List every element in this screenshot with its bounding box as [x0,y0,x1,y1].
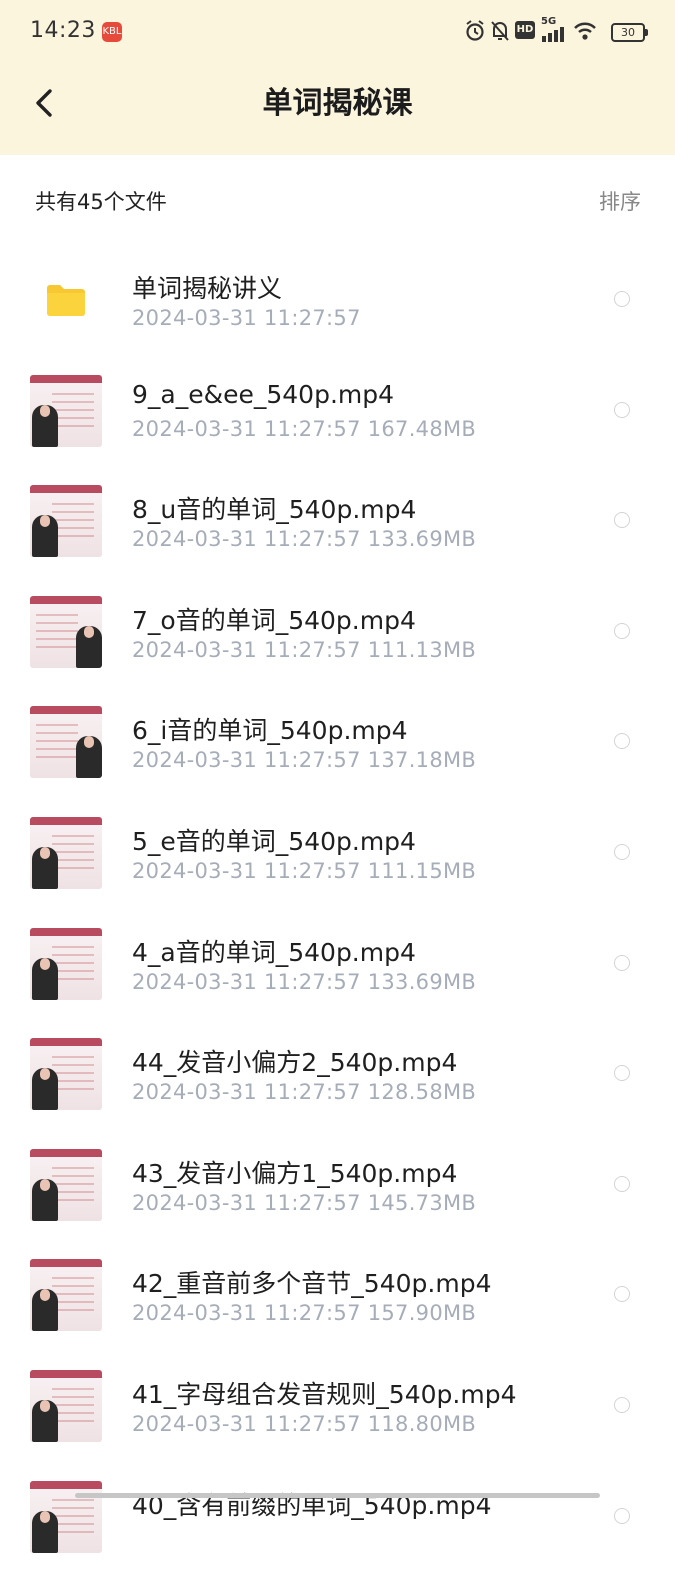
file-meta: 2024-03-31 11:27:57 145.73MB [132,1190,477,1215]
file-name: 42_重音前多个音节_540p.mp4 [132,1269,492,1299]
file-name: 43_发音小偏方1_540p.mp4 [132,1158,458,1188]
list-item-video[interactable]: 4_a音的单词_540p.mp4 2024-03-31 11:27:57 133… [0,908,675,1019]
select-radio[interactable] [614,622,630,639]
list-item-video[interactable]: 42_重音前多个音节_540p.mp4 2024-03-31 11:27:57 … [0,1239,675,1350]
app-notification-icon: KBL [102,22,122,42]
video-thumbnail [30,595,102,668]
file-name: 41_字母组合发音规则_540p.mp4 [132,1379,517,1409]
select-radio[interactable] [614,1507,630,1524]
file-meta: 2024-03-31 11:27:57 157.90MB [132,1301,477,1326]
select-radio[interactable] [614,512,630,529]
select-radio[interactable] [614,954,630,971]
list-item-video[interactable]: 9_a_e&ee_540p.mp4 2024-03-31 11:27:57 16… [0,355,675,466]
file-count: 共有45个文件 [35,190,167,214]
file-name: 6_i音的单词_540p.mp4 [132,716,408,746]
file-name: 8_u音的单词_540p.mp4 [132,495,417,525]
video-thumbnail [30,485,102,558]
video-thumbnail [30,1369,102,1442]
file-meta: 2024-03-31 11:27:57 128.58MB [132,1080,477,1105]
file-meta: 2024-03-31 11:27:57 111.15MB [132,858,477,883]
list-item-video[interactable]: 5_e音的单词_540p.mp4 2024-03-31 11:27:57 111… [0,797,675,908]
mute-bell-icon [491,21,509,41]
video-thumbnail [30,374,102,447]
video-thumbnail [30,1480,102,1553]
file-name: 44_发音小偏方2_540p.mp4 [132,1048,458,1078]
video-thumbnail [30,816,102,889]
file-name: 单词揭秘讲义 [132,274,283,303]
alarm-icon [466,20,484,41]
select-radio[interactable] [614,733,630,750]
folder-icon [47,285,85,316]
list-item-video[interactable]: 41_字母组合发音规则_540p.mp4 2024-03-31 11:27:57… [0,1350,675,1461]
file-name: 40_含有前缀的单词_540p.mp4 [132,1490,492,1520]
home-indicator[interactable] [75,1493,600,1498]
file-name: 4_a音的单词_540p.mp4 [132,937,416,967]
file-meta: 2024-03-31 11:27:57 111.13MB [132,637,477,662]
list-item-video[interactable]: 44_发音小偏方2_540p.mp4 2024-03-31 11:27:57 1… [0,1018,675,1129]
select-radio[interactable] [614,401,630,418]
wifi-icon [574,22,596,40]
page-title: 单词揭秘课 [262,86,413,121]
list-item-video[interactable]: 6_i音的单词_540p.mp4 2024-03-31 11:27:57 137… [0,686,675,797]
status-time: 14:23 [30,18,96,43]
select-radio[interactable] [614,1286,630,1303]
video-thumbnail [30,706,102,779]
status-bar: 14:23 KBL HD 5G 30 [0,0,675,62]
video-thumbnail [30,1148,102,1221]
sort-button[interactable]: 排序 [599,186,641,216]
file-meta: 2024-03-31 11:27:57 167.48MB [132,416,477,441]
list-item-video[interactable]: 43_发音小偏方1_540p.mp4 2024-03-31 11:27:57 1… [0,1129,675,1240]
list-item-video[interactable]: 40_含有前缀的单词_540p.mp4 [0,1461,675,1571]
header-bar: 14:23 KBL HD 5G 30 单词揭秘课 [0,0,675,155]
select-radio[interactable] [614,291,630,307]
file-name: 9_a_e&ee_540p.mp4 [132,379,395,409]
file-meta: 2024-03-31 11:27:57 133.69MB [132,527,477,552]
status-icons: HD 5G 30 [465,16,648,44]
file-meta: 2024-03-31 11:27:57 133.69MB [132,969,477,994]
signal-icon [542,27,564,42]
video-thumbnail [30,927,102,1000]
file-meta: 2024-03-31 11:27:57 137.18MB [132,748,477,773]
select-radio[interactable] [614,1065,630,1082]
select-radio[interactable] [614,1175,630,1192]
list-item-video[interactable]: 8_u音的单词_540p.mp4 2024-03-31 11:27:57 133… [0,465,675,576]
list-item-folder[interactable]: 单词揭秘讲义 2024-03-31 11:27:57 [0,244,675,355]
hd-icon: HD [515,21,535,39]
select-radio[interactable] [614,843,630,860]
list-item-video[interactable]: 7_o音的单词_540p.mp4 2024-03-31 11:27:57 111… [0,576,675,687]
video-thumbnail [30,1259,102,1332]
file-meta: 2024-03-31 11:27:57 118.80MB [132,1411,477,1436]
file-name: 7_o音的单词_540p.mp4 [132,605,416,635]
battery-icon: 30 [611,23,648,42]
video-thumbnail [30,1038,102,1111]
file-name: 5_e音的单词_540p.mp4 [132,826,416,856]
file-list: 单词揭秘讲义 2024-03-31 11:27:57 9_a_e&ee_540p… [0,244,675,1571]
select-radio[interactable] [614,1396,630,1413]
file-meta: 2024-03-31 11:27:57 [132,306,361,330]
